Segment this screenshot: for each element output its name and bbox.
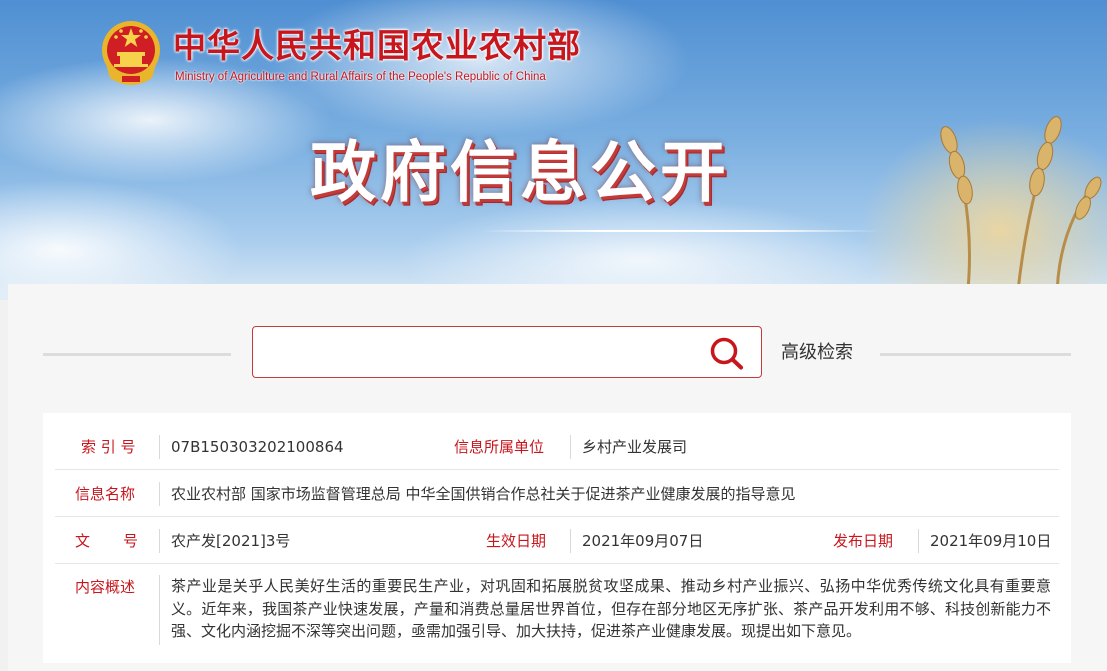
page-heading: 政府信息公开 [310, 134, 730, 211]
search-icon[interactable] [709, 336, 745, 370]
national-emblem-icon [102, 21, 160, 85]
row-separator [55, 469, 1059, 470]
published-date-label: 发布日期 [833, 532, 894, 550]
divider [159, 575, 160, 645]
info-table: 索 引 号 07B150303202100864 信息所属单位 乡村产业发展司 … [43, 413, 1071, 663]
index-label: 索 引 号 [81, 438, 136, 456]
ministry-name-cn: 中华人民共和国农业农村部 [173, 26, 581, 65]
name-label: 信息名称 [75, 485, 136, 503]
doc-no-label-1: 文 [75, 532, 91, 550]
index-value: 07B150303202100864 [171, 438, 344, 456]
summary-label: 内容概述 [75, 578, 136, 596]
unit-value: 乡村产业发展司 [582, 438, 688, 456]
search-divider-right [880, 353, 1071, 356]
name-value: 农业农村部 国家市场监督管理总局 中华全国供销合作总社关于促进茶产业健康发展的指… [171, 485, 796, 503]
ministry-name-en: Ministry of Agriculture and Rural Affair… [175, 71, 546, 83]
advanced-search-link[interactable]: 高级检索 [781, 341, 853, 365]
divider [159, 529, 160, 553]
divider [159, 435, 160, 459]
published-date-value: 2021年09月10日 [930, 532, 1052, 550]
summary-text: 茶产业是关乎人民美好生活的重要民生产业，对巩固和拓展脱贫攻坚成果、推动乡村产业振… [171, 577, 1051, 640]
doc-no-value: 农产发[2021]3号 [171, 532, 291, 550]
row-separator [55, 563, 1059, 564]
divider [159, 482, 160, 506]
divider [570, 529, 571, 553]
search-input[interactable] [265, 335, 699, 371]
search-box [252, 326, 762, 378]
effective-date-label: 生效日期 [486, 532, 547, 550]
divider [570, 435, 571, 459]
unit-label: 信息所属单位 [454, 438, 545, 456]
heading-underline [480, 230, 880, 232]
wheat-decoration [940, 116, 1102, 300]
row-separator [55, 516, 1059, 517]
search-divider-left [43, 353, 231, 356]
doc-no-label-2: 号 [123, 532, 139, 550]
divider [918, 529, 919, 553]
header-banner: 中华人民共和国农业农村部 Ministry of Agriculture and… [0, 0, 1107, 300]
effective-date-value: 2021年09月07日 [582, 532, 704, 550]
